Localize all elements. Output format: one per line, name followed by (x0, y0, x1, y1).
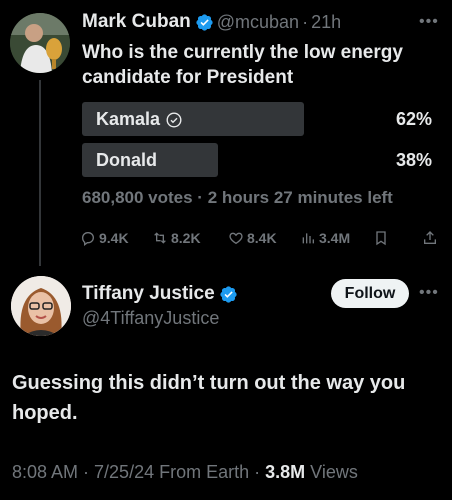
repost-count: 8.2K (171, 230, 201, 246)
like-button[interactable]: 8.4K (228, 230, 277, 246)
views-button[interactable]: 3.4M (300, 230, 350, 246)
reply-author-handle[interactable]: @4TiffanyJustice (82, 308, 219, 329)
tweet-time[interactable]: 21h (311, 12, 341, 33)
avatar-photo (11, 276, 71, 336)
bookmark-icon (376, 231, 386, 246)
more-options-icon[interactable]: ••• (419, 13, 439, 31)
share-icon (424, 231, 436, 244)
poll-option-percent: 62% (395, 109, 432, 129)
reply-icon (81, 232, 95, 246)
poll-option-2: Donald 38% (82, 143, 432, 177)
author-avatar[interactable] (10, 13, 70, 73)
more-options-icon[interactable]: ••• (419, 284, 439, 302)
check-circle-icon (166, 111, 182, 128)
author-name[interactable]: Mark Cuban (82, 11, 191, 33)
poll-option-percent: 38% (395, 150, 432, 170)
follow-button[interactable]: Follow (331, 279, 409, 308)
tweet-header: Mark Cuban @mcuban · 21h (82, 11, 341, 33)
timestamp-and-source[interactable]: 8:08 AM · 7/25/24 From Earth · (12, 462, 265, 482)
reply-header: Tiffany Justice (82, 283, 241, 305)
reply-author-avatar[interactable] (11, 276, 71, 336)
thread-line (39, 80, 41, 266)
share-button[interactable] (422, 230, 438, 246)
like-count: 8.4K (247, 230, 277, 246)
views-label: Views (305, 462, 358, 482)
bookmark-button[interactable] (373, 230, 389, 246)
repost-button[interactable]: 8.2K (152, 230, 201, 246)
author-handle[interactable]: @mcuban (217, 12, 299, 33)
repost-icon (154, 232, 166, 244)
poll-option-1: Kamala 62% (82, 102, 432, 136)
verified-badge-icon (195, 13, 214, 32)
meta-separator: · (302, 11, 309, 32)
reply-footer: 8:08 AM · 7/25/24 From Earth · 3.8M View… (12, 462, 358, 483)
views-total: 3.8M (265, 462, 306, 482)
views-count: 3.4M (319, 230, 351, 246)
tweet-text: Who is the currently the low energy cand… (82, 42, 403, 88)
avatar-photo (10, 13, 70, 73)
reply-author-name[interactable]: Tiffany Justice (82, 283, 215, 305)
poll-option-label: Donald (96, 150, 157, 170)
reply-text: Guessing this didn’t turn out the way yo… (12, 372, 406, 424)
reply-count: 9.4K (99, 230, 129, 246)
poll-meta: 680,800 votes · 2 hours 27 minutes left (82, 188, 393, 207)
views-chart-icon (302, 233, 314, 244)
poll-option-label: Kamala (96, 109, 161, 129)
reply-button[interactable]: 9.4K (80, 230, 129, 246)
heart-icon (229, 232, 243, 245)
verified-badge-icon (219, 285, 238, 304)
